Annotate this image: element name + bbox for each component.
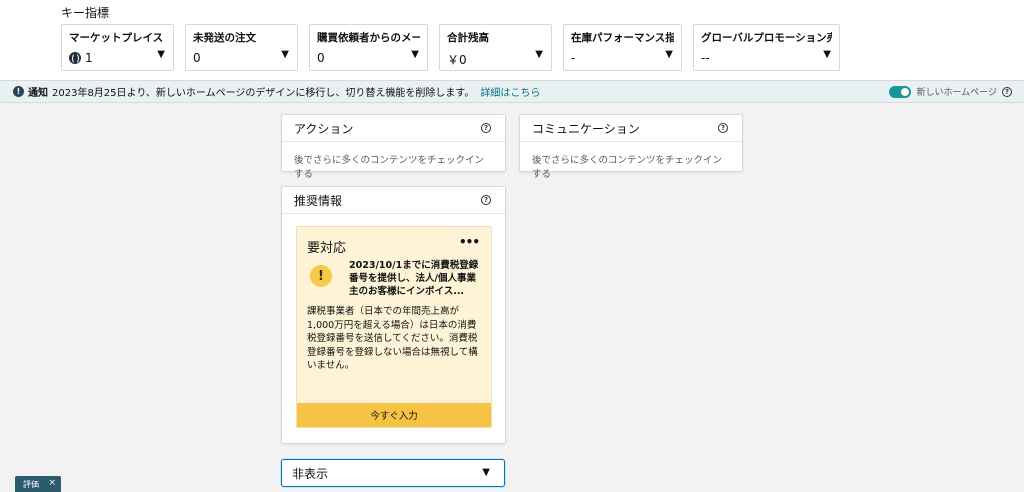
new-homepage-toggle[interactable] [889, 85, 912, 98]
key-metrics-title: キー指標 [61, 6, 110, 20]
recommendation-headline[interactable]: 2023/10/1までに消費税登録番号を提供し、法人/個人事業主のお客様にインボ… [349, 259, 481, 298]
alert-icon: ! [310, 265, 332, 287]
help-icon[interactable]: ? [481, 195, 491, 205]
new-homepage-toggle-group: 新しいホームページ ? [889, 85, 1012, 98]
chevron-down-icon[interactable]: ▼ [157, 49, 165, 60]
actions-card-title: アクション [294, 121, 354, 136]
recommendation-description: 課税事業者（日本での年間売上高が1,000万円を超える場合）は日本の消費税登録番… [307, 306, 478, 371]
actions-card-message: 後でさらに多くのコンテンツをチェックインする [294, 155, 485, 180]
feedback-tab[interactable]: 評価 × [15, 476, 61, 492]
notice-text: 2023年8月25日より、新しいホームページのデザインに移行し、切り替え機能を削… [52, 88, 475, 99]
recommendations-card-title: 推奨情報 [294, 193, 343, 208]
actions-card: アクション ? 後でさらに多くのコンテンツをチェックインする [281, 114, 506, 180]
communication-card-message: 後でさらに多くのコンテンツをチェックインする [532, 155, 723, 180]
metric-inventory-performance[interactable]: 在庫パフォーマンス指標 - ▼ [563, 24, 682, 71]
chevron-down-icon[interactable]: ▼ [281, 49, 289, 60]
metric-total-balance[interactable]: 合計残高 ￥0 ▼ [439, 24, 552, 71]
recommendation-box-title: 要対応 [307, 241, 347, 256]
notice-bar: ! 通知 2023年8月25日より、新しいホームページのデザインに移行し、切り替… [0, 80, 1024, 103]
notice-details-link[interactable]: 詳細はこちら [480, 84, 540, 99]
chevron-down-icon[interactable]: ▼ [823, 49, 831, 60]
hide-select-value: 非表示 [292, 466, 329, 481]
help-icon[interactable]: ? [718, 123, 728, 133]
chevron-down-icon: ▼ [482, 467, 490, 478]
enter-now-button[interactable]: 今すぐ入力 [297, 403, 491, 427]
feedback-label: 評価 [23, 479, 39, 489]
more-options-icon[interactable]: ••• [459, 235, 480, 249]
communication-card-title: コミュニケーション [532, 121, 640, 136]
recommendation-item: 要対応 ••• ! 2023/10/1までに消費税登録番号を提供し、法人/個人事… [296, 226, 492, 428]
key-metrics-bar: キー指標 マーケットプレイス 1 ▼ 未発送の注文 0 ▼ 購買依頼者からのメー… [0, 0, 1024, 80]
metric-unshipped-orders[interactable]: 未発送の注文 0 ▼ [185, 24, 298, 71]
chevron-down-icon[interactable]: ▼ [665, 49, 673, 60]
metric-global-promotion-sales[interactable]: グローバルプロモーション売上 -- ▼ [693, 24, 840, 71]
metric-buyer-messages[interactable]: 購買依頼者からのメール 0 ▼ [309, 24, 428, 71]
globe-icon [69, 52, 81, 64]
recommendations-card: 推奨情報 ? 要対応 ••• ! 2023/10/1までに消費税登録番号を提供し… [281, 186, 506, 444]
help-icon[interactable]: ? [1002, 86, 1012, 97]
close-icon[interactable]: × [48, 478, 56, 488]
chevron-down-icon[interactable]: ▼ [535, 49, 543, 60]
chevron-down-icon[interactable]: ▼ [411, 49, 419, 60]
info-icon: ! [13, 86, 24, 97]
hide-select[interactable]: 非表示 ▼ [281, 459, 505, 487]
toggle-label: 新しいホームページ [916, 88, 997, 98]
metric-marketplace[interactable]: マーケットプレイス 1 ▼ [61, 24, 174, 71]
help-icon[interactable]: ? [481, 123, 491, 133]
notice-label: 通知 [28, 88, 48, 99]
communication-card: コミュニケーション ? 後でさらに多くのコンテンツをチェックインする [519, 114, 743, 180]
